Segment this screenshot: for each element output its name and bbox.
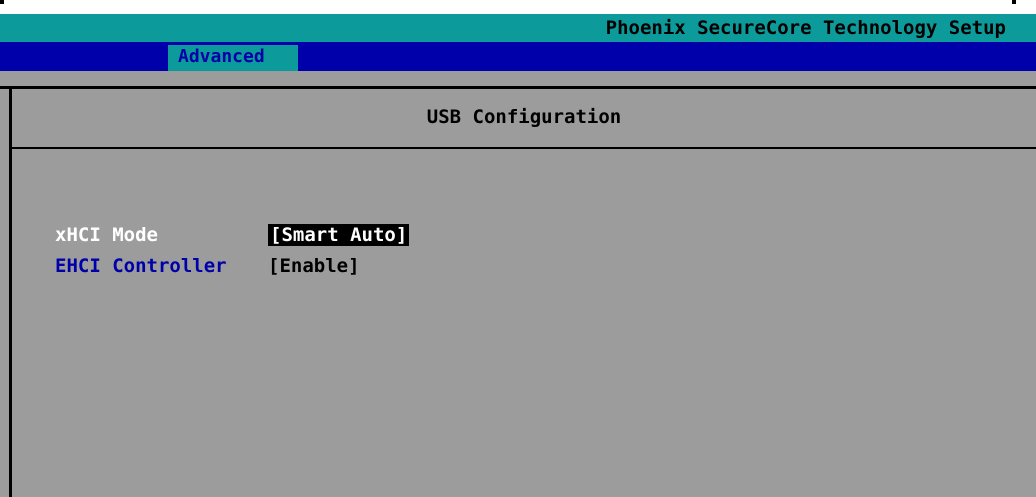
setup-title: Phoenix SecureCore Technology Setup: [605, 17, 1006, 39]
corner-tick: [0, 0, 4, 4]
selected-value-highlight[interactable]: [Smart Auto]: [268, 224, 410, 246]
menu-bar: [0, 42, 1036, 71]
tab-advanced[interactable]: Advanced: [168, 45, 298, 71]
title-bar: Phoenix SecureCore Technology Setup: [0, 14, 1036, 42]
frame-left-border: [9, 89, 12, 497]
corner-tick: [1012, 0, 1016, 4]
setting-value-ehci-controller[interactable]: [Enable]: [268, 255, 360, 277]
setting-label-ehci-controller[interactable]: EHCI Controller: [55, 255, 227, 277]
setting-value-xhci-mode[interactable]: [Smart Auto]: [268, 224, 410, 246]
page-title: USB Configuration: [426, 106, 622, 128]
top-strip: [0, 0, 1036, 14]
title-divider: [12, 147, 1036, 149]
setting-label-xhci-mode[interactable]: xHCI Mode: [55, 224, 158, 246]
